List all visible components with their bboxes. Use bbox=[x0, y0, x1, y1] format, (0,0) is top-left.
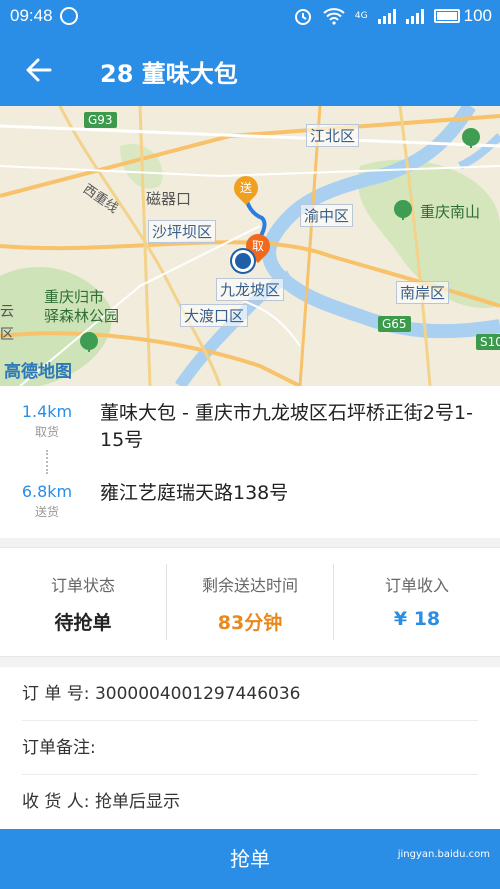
map-label-qu: 区 bbox=[0, 327, 14, 343]
alarm-icon bbox=[294, 9, 311, 25]
watermark-url: jingyan.baidu.com bbox=[397, 849, 490, 860]
map-label-g65: G65 bbox=[378, 316, 411, 332]
delivery-distance-label: 送货 bbox=[34, 505, 59, 519]
arrow-left-icon bbox=[26, 58, 52, 82]
map-label-s10: S10 bbox=[476, 334, 500, 350]
map-label-yun: 云 bbox=[0, 304, 14, 320]
detail-value: 3000004001297446036 bbox=[94, 684, 301, 704]
stat-value: 83分钟 bbox=[217, 612, 283, 634]
status-time: 09:48 bbox=[10, 6, 53, 25]
deliver-pin-icon[interactable]: 送 bbox=[229, 171, 263, 205]
grab-order-button[interactable]: 抢单 Bai 经验 jingyan.baidu.com bbox=[0, 785, 500, 889]
stat-remaining-time: 剩余送达时间 83分钟 bbox=[167, 548, 333, 658]
app-notification-icon bbox=[60, 7, 78, 25]
battery-icon bbox=[433, 9, 460, 23]
map-label-jiulongpo: 九龙坡区 bbox=[216, 278, 285, 301]
page-title: 28 董味大包 bbox=[100, 60, 238, 88]
stat-label: 剩余送达时间 bbox=[201, 576, 298, 595]
map-label-nanshan: 重庆南山 bbox=[420, 203, 481, 221]
detail-label: 订 单 号: bbox=[22, 684, 95, 704]
stat-label: 订单状态 bbox=[50, 576, 115, 595]
park-tree-icon bbox=[394, 200, 412, 220]
map-label-jiangbei: 江北区 bbox=[306, 124, 360, 147]
detail-label: 收 货 人: bbox=[22, 792, 95, 812]
pickup-address: 董味大包 - 重庆市九龙坡区石坪桥正街2号1-15号 bbox=[100, 402, 473, 451]
delivery-address: 雍江艺庭瑞天路138号 bbox=[100, 482, 289, 504]
app-bar: 28 董味大包 bbox=[0, 34, 500, 106]
battery-indicator: 100 bbox=[433, 6, 492, 26]
stat-label: 订单收入 bbox=[384, 576, 449, 595]
delivery-distance-value: 6.8km bbox=[21, 482, 73, 501]
stat-order-status: 订单状态 待抢单 bbox=[0, 548, 166, 658]
route-connector bbox=[46, 450, 48, 474]
back-button[interactable] bbox=[22, 54, 56, 86]
deliver-pin-label: 送 bbox=[239, 181, 252, 195]
map-label-g93: G93 bbox=[84, 112, 117, 128]
stat-value: ¥ 18 bbox=[393, 608, 441, 630]
signal-icon bbox=[377, 8, 396, 24]
delivery-distance: 6.8km 送货 bbox=[12, 482, 82, 520]
signal-icon-2 bbox=[405, 8, 424, 24]
detail-value: 抢单后显示 bbox=[94, 792, 180, 812]
network-type: 4G bbox=[354, 11, 368, 21]
amap-logo: 高德地图 bbox=[4, 362, 72, 382]
stat-value: 待抢单 bbox=[54, 612, 112, 634]
wifi-icon bbox=[323, 8, 345, 25]
map-label-shapingba: 沙坪坝区 bbox=[148, 220, 217, 243]
route-map[interactable]: G93 江北区 磁器口 沙坪坝区 渝中区 重庆南山 重庆归市 驿森林公园 九龙坡… bbox=[0, 106, 500, 386]
order-stats: 订单状态 待抢单 剩余送达时间 83分钟 订单收入 ¥ 18 bbox=[0, 547, 500, 657]
pickup-distance: 1.4km 取货 bbox=[12, 402, 82, 440]
park-tree-icon bbox=[80, 332, 98, 352]
map-label-yuzhong: 渝中区 bbox=[300, 204, 354, 227]
status-icons: 4G 100 bbox=[293, 5, 492, 27]
battery-level: 100 bbox=[463, 6, 492, 25]
watermark: Bai 经验 jingyan.baidu.com bbox=[398, 765, 490, 885]
map-label-ciqikou: 磁器口 bbox=[146, 190, 192, 208]
rider-location-icon bbox=[232, 250, 254, 272]
map-label-nanan: 南岸区 bbox=[396, 281, 450, 304]
pickup-distance-value: 1.4km bbox=[21, 402, 73, 421]
status-bar: 09:48 4G 100 bbox=[0, 0, 500, 34]
order-number-row: 订 单 号: 3000004001297446036 bbox=[22, 667, 478, 721]
park-tree-icon bbox=[462, 128, 480, 148]
grab-order-label: 抢单 bbox=[230, 847, 270, 871]
map-label-dadukou: 大渡口区 bbox=[180, 304, 249, 327]
stat-order-income: 订单收入 ¥ 18 bbox=[334, 548, 500, 658]
detail-label: 订单备注: bbox=[22, 738, 96, 758]
pickup-distance-label: 取货 bbox=[34, 425, 59, 439]
address-panel: 1.4km 取货 董味大包 - 重庆市九龙坡区石坪桥正街2号1-15号 6.8k… bbox=[0, 386, 500, 538]
map-label-forest-park: 重庆归市 驿森林公园 bbox=[44, 288, 120, 325]
watermark-logo: Bai 经验 bbox=[419, 785, 490, 805]
